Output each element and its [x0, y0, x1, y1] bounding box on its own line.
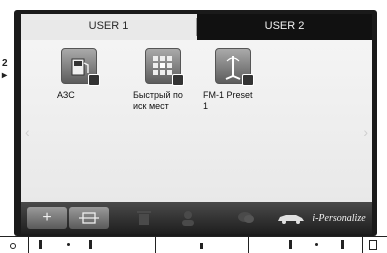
fuel-station-icon	[61, 48, 100, 86]
side-number-mark: 2	[2, 58, 8, 69]
i-personalize-label: i-Personalize	[312, 212, 366, 224]
shortcut-label: Быстрый по иск мест	[133, 90, 183, 111]
scroll-left-icon[interactable]: ‹	[25, 124, 30, 140]
display-screen: USER 1 USER 2 АЗС Быстрый по иск мест FM…	[21, 14, 372, 234]
user-tab-bar: USER 1 USER 2	[21, 14, 372, 40]
hw-button-3[interactable]	[248, 237, 359, 253]
bottom-dock: + i-Personalize	[21, 202, 372, 234]
music-badge-icon	[242, 74, 254, 86]
tab-user-2[interactable]: USER 2	[197, 14, 372, 40]
person-icon	[182, 211, 194, 226]
car-icon	[278, 215, 305, 224]
hw-button-1[interactable]	[28, 237, 109, 253]
hardware-button-strip	[0, 236, 387, 253]
grid-search-icon	[145, 48, 184, 86]
shortcut-fm1-preset[interactable]: FM-1 Preset 1	[203, 48, 283, 112]
radio-antenna-icon	[215, 48, 254, 86]
hw-button-2[interactable]	[155, 237, 246, 253]
shortcut-label: FM-1 Preset 1	[203, 90, 253, 111]
scroll-right-icon[interactable]: ›	[363, 124, 368, 140]
trash-icon	[137, 211, 151, 225]
move-icon	[79, 212, 99, 224]
tab-user-1[interactable]: USER 1	[21, 14, 196, 40]
shortcut-quick-search[interactable]: Быстрый по иск мест	[133, 48, 213, 112]
chat-bubble-icon	[238, 212, 254, 223]
hw-indicator-dot	[10, 243, 16, 249]
shortcut-label: АЗС	[57, 90, 75, 100]
hw-button-4[interactable]	[362, 237, 387, 253]
add-shortcut-button[interactable]: +	[27, 207, 67, 229]
side-arrow-mark: ▸	[2, 70, 8, 81]
move-shortcut-button[interactable]	[69, 207, 109, 229]
clear-button[interactable]	[129, 207, 159, 229]
plus-icon: +	[42, 209, 52, 226]
messages-button[interactable]	[231, 207, 261, 229]
driver-profile-button[interactable]	[173, 207, 203, 229]
widget-badge-icon	[88, 74, 100, 86]
i-personalize-button[interactable]: i-Personalize	[273, 207, 369, 229]
widget-badge-icon	[172, 74, 184, 86]
shortcut-azs[interactable]: АЗС	[57, 48, 137, 101]
